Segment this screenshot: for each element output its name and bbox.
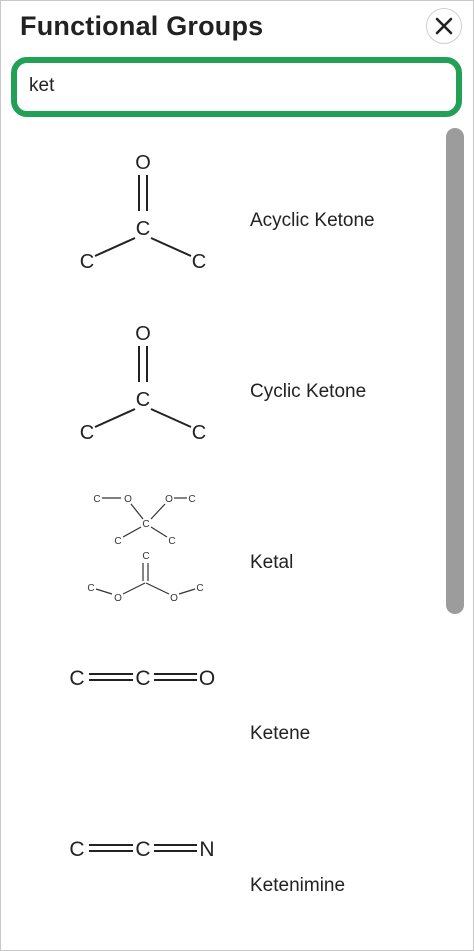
svg-text:C: C [135, 667, 150, 690]
close-button[interactable] [426, 8, 462, 44]
svg-text:C: C [135, 838, 150, 861]
svg-text:O: O [114, 593, 122, 604]
search-box [11, 57, 462, 117]
atom-c-right: C [192, 422, 206, 444]
svg-text:C: C [168, 536, 175, 547]
svg-text:C: C [142, 519, 149, 530]
svg-text:O: O [170, 593, 178, 604]
svg-text:C: C [114, 536, 121, 547]
svg-text:O: O [165, 494, 173, 505]
atom-c-center: C [136, 389, 150, 411]
svg-text:O: O [124, 494, 132, 505]
atom-c-center: C [136, 218, 150, 240]
svg-text:N: N [199, 838, 214, 861]
cyclic-ketone-structure: O C C C [80, 323, 206, 444]
panel-title: Functional Groups [20, 11, 264, 41]
list-item-ketal[interactable]: C O O C C C C C C O O C Ketal [1, 477, 441, 647]
panel-header: Functional Groups [1, 1, 473, 55]
svg-text:O: O [199, 667, 215, 690]
list-item-label: Acyclic Ketone [250, 210, 375, 231]
svg-text:C: C [142, 551, 149, 562]
list-item-ketene[interactable]: C C O Ketene [1, 648, 441, 818]
list-item-cyclic-ketone[interactable]: O C C C Cyclic Ketone [1, 306, 441, 476]
list-item-label: Cyclic Ketone [250, 381, 367, 402]
svg-text:C: C [93, 494, 100, 505]
atom-c-left: C [80, 251, 94, 273]
atom-c-right: C [192, 251, 206, 273]
list-item-label: Ketenimine [250, 875, 346, 896]
list-item-acyclic-ketone[interactable]: O C C C Acyclic Ketone [1, 135, 441, 305]
list-item-label: Ketal [250, 552, 294, 573]
svg-text:C: C [196, 583, 203, 594]
atom-o: O [135, 323, 151, 345]
list-scrollbar[interactable] [446, 128, 464, 614]
svg-text:C: C [188, 494, 195, 505]
search-input[interactable] [29, 71, 439, 101]
ketene-structure: C C O [69, 667, 215, 690]
atom-o: O [135, 152, 151, 174]
close-icon [435, 17, 453, 35]
functional-group-list[interactable]: O C C C Acyclic Ketone O C C C Cyclic Ke… [1, 119, 473, 950]
list-item-ketenimine[interactable]: C C N Ketenimine [1, 819, 441, 950]
svg-text:C: C [87, 583, 94, 594]
atom-c-left: C [80, 422, 94, 444]
functional-groups-panel: Functional Groups O C C C Acyclic Ketone [0, 0, 474, 951]
acyclic-ketone-structure: O C C C [80, 152, 206, 273]
list-item-label: Ketene [250, 723, 311, 744]
ketal-structure: C O O C C C C C C O O C [87, 494, 203, 604]
svg-text:C: C [69, 838, 84, 861]
svg-text:C: C [69, 667, 84, 690]
ketenimine-structure: C C N [69, 838, 214, 861]
